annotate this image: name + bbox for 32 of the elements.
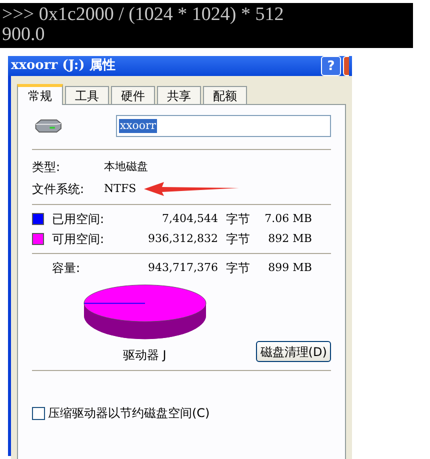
checkbox[interactable] bbox=[32, 406, 45, 420]
byte-count: 936,312,832 bbox=[147, 230, 218, 247]
disk-cleanup-button[interactable]: 磁盘清理(D) bbox=[256, 341, 331, 362]
unit-label: 字节 bbox=[226, 211, 251, 228]
unit-label: 字节 bbox=[226, 231, 251, 248]
tab[interactable]: 配额 bbox=[203, 86, 247, 104]
terminal-line: 900.0 bbox=[2, 25, 45, 45]
size-value: 892 MB bbox=[267, 230, 312, 247]
drive-label: 驱动器 J bbox=[122, 347, 166, 364]
checkbox-label: 压缩驱动器以节约磁盘空间(C) bbox=[48, 405, 210, 422]
byte-count: 7,404,544 bbox=[161, 210, 218, 227]
field-label: 类型: bbox=[32, 159, 62, 176]
window-title: xxoorr (J:) 属性 bbox=[11, 57, 116, 76]
field-label: 文件系统: bbox=[32, 181, 86, 198]
help-button[interactable]: ? bbox=[321, 56, 341, 76]
terminal-line: >>> 0x1c2000 / (1024 * 1024) * 512 bbox=[2, 5, 284, 25]
field-label: 容量: bbox=[52, 260, 82, 277]
close-button[interactable] bbox=[343, 56, 349, 76]
tab[interactable]: 硬件 bbox=[111, 86, 155, 104]
byte-count: 943,717,376 bbox=[147, 260, 218, 276]
field-value: 本地磁盘 bbox=[104, 158, 148, 175]
field-label: 可用空间: bbox=[52, 231, 106, 248]
tab[interactable]: 工具 bbox=[65, 86, 109, 104]
hard-drive-icon bbox=[34, 117, 62, 135]
size-value: 7.06 MB bbox=[264, 210, 312, 227]
field-value: NTFS bbox=[104, 180, 136, 197]
unit-label: 字节 bbox=[226, 260, 251, 277]
size-value: 899 MB bbox=[267, 260, 312, 276]
tab[interactable]: 常规 bbox=[17, 84, 63, 105]
name-field[interactable]: xxoorr bbox=[116, 115, 331, 137]
tab[interactable]: 共享 bbox=[157, 86, 201, 104]
field-label: 已用空间: bbox=[52, 211, 106, 228]
